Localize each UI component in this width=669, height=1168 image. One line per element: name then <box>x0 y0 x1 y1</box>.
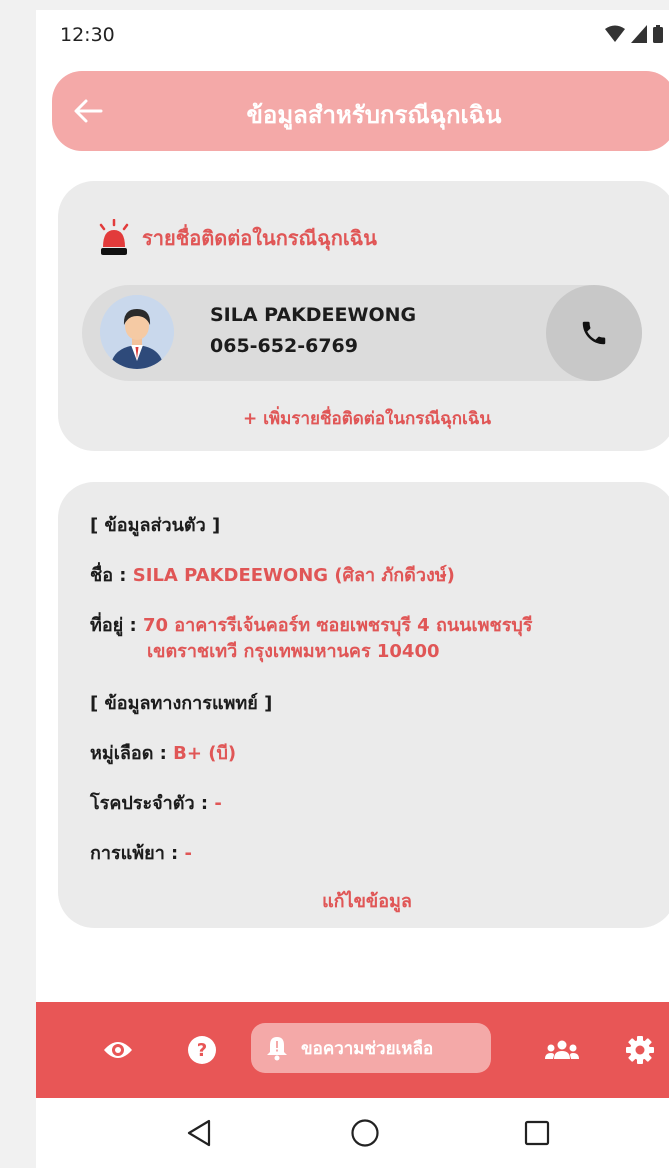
disease-row: โรคประจำตัว : - <box>90 788 222 817</box>
address-value-line1: 70 อาคารรีเจ้นคอร์ท ซอยเพชรบุรี 4 ถนนเพช… <box>142 615 533 636</box>
allergy-label: การแพ้ยา : <box>90 843 179 864</box>
nav-contacts-button[interactable] <box>544 1032 580 1068</box>
system-nav-bar <box>36 1098 669 1168</box>
phone-icon <box>582 321 606 345</box>
nav-view-button[interactable] <box>100 1032 136 1068</box>
gear-icon <box>626 1036 654 1064</box>
svg-text:?: ? <box>197 1040 207 1061</box>
person-avatar-icon <box>100 295 174 369</box>
phone-screen: 12:30 ข้อมูลสำหรับกรณีฉุกเฉิน รายชื่อติด… <box>36 10 669 1168</box>
system-home-button[interactable] <box>348 1116 382 1150</box>
blood-type-label: หมู่เลือด : <box>90 743 167 764</box>
name-row: ชื่อ : SILA PAKDEEWONG (ศิลา ภักดีวงษ์) <box>90 560 455 589</box>
contact-phone: 065-652-6769 <box>210 335 358 357</box>
circle-home-icon <box>351 1119 379 1147</box>
address-row: ที่อยู่ : 70 อาคารรีเจ้นคอร์ท ซอยเพชรบุร… <box>90 610 532 639</box>
help-circle-icon: ? <box>188 1036 216 1064</box>
people-icon <box>545 1040 579 1059</box>
allergy-row: การแพ้ยา : - <box>90 838 192 867</box>
allergy-value: - <box>184 843 193 864</box>
contacts-heading: รายชื่อติดต่อในกรณีฉุกเฉิน <box>94 219 377 257</box>
status-bar: 12:30 <box>36 10 669 60</box>
battery-icon <box>653 25 663 43</box>
call-button[interactable] <box>546 285 642 381</box>
personal-section-label: [ ข้อมูลส่วนตัว ] <box>90 515 221 536</box>
request-help-button[interactable]: ขอความช่วยเหลือ <box>251 1023 491 1073</box>
bell-alert-icon <box>267 1037 287 1061</box>
emergency-contacts-card: รายชื่อติดต่อในกรณีฉุกเฉิน SILA PAKDEEWO… <box>58 181 669 451</box>
personal-info-card: [ ข้อมูลส่วนตัว ] ชื่อ : SILA PAKDEEWONG… <box>58 482 669 928</box>
page-title: ข้อมูลสำหรับกรณีฉุกเฉิน <box>246 101 502 129</box>
medical-section-label: [ ข้อมูลทางการแพทย์ ] <box>90 693 273 714</box>
contact-item[interactable]: SILA PAKDEEWONG 065-652-6769 <box>82 285 642 381</box>
blood-type-value: B+ (บี) <box>173 743 237 764</box>
bottom-nav: ? ขอความช่วยเหลือ <box>36 1002 669 1098</box>
app-header: ข้อมูลสำหรับกรณีฉุกเฉิน <box>52 71 669 151</box>
request-help-label: ขอความช่วยเหลือ <box>301 1038 434 1059</box>
nav-settings-button[interactable] <box>622 1032 658 1068</box>
square-recents-icon <box>524 1120 550 1146</box>
status-time: 12:30 <box>60 24 115 46</box>
siren-icon <box>99 219 129 255</box>
disease-value: - <box>214 793 222 814</box>
back-arrow-icon <box>74 99 103 123</box>
name-label: ชื่อ : <box>90 565 127 586</box>
system-back-button[interactable] <box>182 1116 216 1150</box>
blood-type-row: หมู่เลือด : B+ (บี) <box>90 738 236 767</box>
address-value-line2: เขตราชเทวี กรุงเทพมหานคร 10400 <box>147 641 440 662</box>
triangle-back-icon <box>187 1119 211 1147</box>
avatar <box>100 295 174 369</box>
contact-name: SILA PAKDEEWONG <box>210 304 417 326</box>
contacts-heading-label: รายชื่อติดต่อในกรณีฉุกเฉิน <box>142 226 377 250</box>
back-button[interactable] <box>70 93 106 129</box>
name-value: SILA PAKDEEWONG (ศิลา ภักดีวงษ์) <box>132 565 455 586</box>
wifi-icon <box>605 25 625 42</box>
status-icons <box>605 25 663 43</box>
eye-icon <box>104 1042 132 1058</box>
nav-help-button[interactable]: ? <box>184 1032 220 1068</box>
edit-info-link[interactable]: แก้ไขข้อมูล <box>58 886 669 915</box>
system-recents-button[interactable] <box>520 1116 554 1150</box>
add-contact-link[interactable]: + เพิ่มรายชื่อติดต่อในกรณีฉุกเฉิน <box>58 405 669 432</box>
signal-icon <box>631 25 647 43</box>
address-label: ที่อยู่ : <box>90 615 137 636</box>
disease-label: โรคประจำตัว : <box>90 793 209 814</box>
